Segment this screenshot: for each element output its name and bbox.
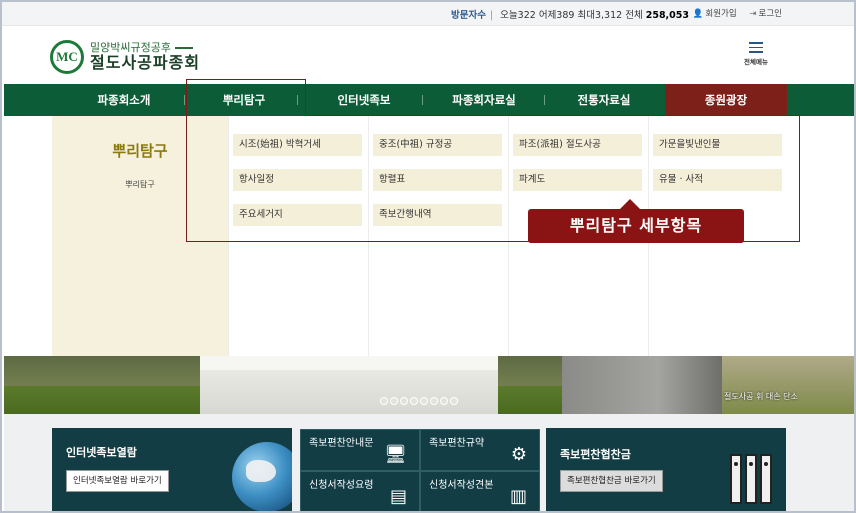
- login-icon: ⇥: [749, 9, 757, 19]
- quick-links-section: 인터넷족보열람 인터넷족보열람 바로가기 족보편찬안내문 🖥 족보편찬규약 ⚙ …: [4, 414, 854, 511]
- user-icon: 👤: [692, 9, 704, 19]
- banner-dot[interactable]: [410, 397, 418, 405]
- signup-link[interactable]: 👤 회원가입: [693, 9, 737, 19]
- visitor-yesterday: 어제389: [538, 10, 575, 21]
- card-title: 인터넷족보열람: [66, 446, 137, 459]
- banner-pager: [380, 397, 460, 405]
- gnb-item-clan-archive[interactable]: 파종회자료실: [424, 84, 544, 116]
- top-utility-bar: 방문자수 | 오늘322 어제389 최대3,312 전체 258,053 👤 회원…: [2, 2, 854, 26]
- all-menu-label: 전체메뉴: [744, 57, 768, 66]
- gnb-item-member-plaza[interactable]: 종원광장: [665, 84, 787, 116]
- internet-genealogy-card[interactable]: 인터넷족보열람 인터넷족보열람 바로가기: [52, 428, 292, 511]
- visitor-today: 오늘322: [500, 10, 536, 21]
- logo-emblem-icon: MC: [50, 40, 84, 74]
- banner-dot[interactable]: [390, 397, 398, 405]
- banner-dot[interactable]: [440, 397, 448, 405]
- banner-stone-altar: [200, 356, 498, 414]
- banner-dot[interactable]: [380, 397, 388, 405]
- binder-icon: [730, 454, 775, 504]
- banner-caption: 절도사공 휘 대손 단소: [724, 392, 798, 401]
- quad-item-guide[interactable]: 족보편찬안내문 🖥: [300, 429, 420, 471]
- internet-genealogy-button[interactable]: 인터넷족보열람 바로가기: [66, 470, 169, 492]
- login-link[interactable]: ⇥ 로그인: [749, 9, 782, 19]
- visitor-max: 최대3,312: [577, 10, 623, 21]
- globe-icon: [232, 442, 292, 511]
- banner-stone-monument: [562, 356, 722, 414]
- network-icon: ⚙: [510, 444, 527, 465]
- genealogy-guide-grid: 족보편찬안내문 🖥 족보편찬규약 ⚙ 신청서작성요령 ▤ 신청서작성견본 ▥: [300, 429, 540, 511]
- banner-dot[interactable]: [400, 397, 408, 405]
- quad-item-form-sample[interactable]: 신청서작성견본 ▥: [420, 471, 540, 511]
- hamburger-icon: [749, 42, 763, 53]
- visitor-counter: 방문자수 | 오늘322 어제389 최대3,312 전체 258,053: [450, 10, 689, 21]
- gnb-item-intro[interactable]: 파종회소개: [64, 84, 184, 116]
- sponsorship-card[interactable]: 족보편찬협찬금 족보편찬협찬금 바로가기: [546, 428, 786, 511]
- card-title: 족보편찬협찬금: [560, 448, 631, 461]
- visitor-total-label: 전체: [625, 10, 643, 21]
- banner-dot[interactable]: [450, 397, 458, 405]
- banner-dot[interactable]: [420, 397, 428, 405]
- quad-item-form-guide[interactable]: 신청서작성요령 ▤: [300, 471, 420, 511]
- visitor-label: 방문자수: [450, 10, 486, 21]
- gnb-item-internet-genealogy[interactable]: 인터넷족보: [304, 84, 424, 116]
- top-links: 👤 회원가입 ⇥ 로그인: [683, 7, 782, 19]
- hero-banner: 절도사공 휘 대손 단소: [4, 356, 854, 414]
- document-icon: ▤: [389, 486, 407, 507]
- banner-dot[interactable]: [430, 397, 438, 405]
- annotation-outline-tab: [186, 79, 306, 115]
- sponsorship-button[interactable]: 족보편찬협찬금 바로가기: [560, 470, 663, 492]
- quad-item-rules[interactable]: 족보편찬규약 ⚙: [420, 429, 540, 471]
- logo-title: 절도사공파종회: [90, 53, 201, 73]
- annotation-callout: 뿌리탐구 세부항목: [528, 199, 744, 243]
- gnb-item-tradition-archive[interactable]: 전통자료실: [544, 84, 664, 116]
- monitor-icon: 🖥: [384, 444, 407, 465]
- site-logo[interactable]: MC 밀양박씨규정공후 절도사공파종회: [50, 40, 200, 74]
- all-menu-button[interactable]: 전체메뉴: [740, 42, 772, 66]
- main-navigation: 파종회소개 뿌리탐구 인터넷족보 파종회자료실 전통자료실 종원광장: [4, 84, 854, 116]
- browser-frame: 방문자수 | 오늘322 어제389 최대3,312 전체 258,053 👤 회원…: [0, 0, 856, 513]
- form-icon: ▥: [509, 486, 527, 507]
